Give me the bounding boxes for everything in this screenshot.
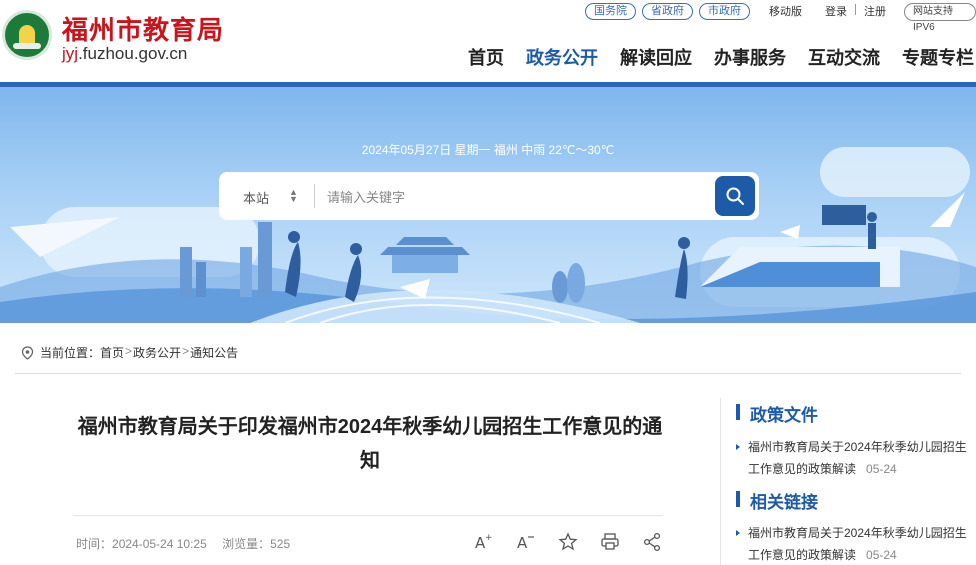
time-label: 时间： <box>76 537 113 551</box>
divider <box>73 515 663 516</box>
share-icon[interactable] <box>642 532 662 552</box>
login-link[interactable]: 登录 <box>825 3 847 19</box>
ipv6-badge: 网站支持IPV6 <box>904 3 976 33</box>
chevron-updown-icon[interactable]: ▲ ▼ <box>289 188 298 204</box>
breadcrumb-notices[interactable]: 通知公告 <box>190 344 238 361</box>
domain-rest: .fuzhou.gov.cn <box>78 44 188 63</box>
policy-documents-heading: 政策文件 <box>736 401 818 426</box>
main-nav: 首页 政务公开 解读回应 办事服务 互动交流 专题专栏 <box>468 44 974 70</box>
site-name[interactable]: 福州市教育局 <box>62 10 224 47</box>
divider <box>314 184 315 208</box>
gov-link-province[interactable]: 省政府 <box>642 3 693 20</box>
related-link[interactable]: 福州市教育局关于2024年秋季幼儿园招生工作意见的政策解读 05-24 <box>736 522 968 565</box>
view-count: 525 <box>270 537 291 551</box>
nav-services[interactable]: 办事服务 <box>714 44 786 70</box>
search-scope-select[interactable]: 本站 <box>243 188 269 207</box>
nav-government-affairs[interactable]: 政务公开 <box>526 44 598 70</box>
register-link[interactable]: 注册 <box>864 3 886 19</box>
publish-time: 2024-05-24 10:25 <box>112 537 207 551</box>
policy-document-title[interactable]: 福州市教育局关于2024年秋季幼儿园招生工作意见的政策解读 <box>748 440 967 476</box>
star-icon[interactable] <box>558 532 578 552</box>
search-icon <box>726 187 744 205</box>
site-domain: jyj.fuzhou.gov.cn <box>62 44 187 64</box>
gov-link-state-council[interactable]: 国务院 <box>585 3 636 20</box>
svg-text:+: + <box>485 533 493 543</box>
font-decrease-icon[interactable]: A <box>516 532 536 552</box>
search-input[interactable] <box>327 186 707 208</box>
nav-interpretation[interactable]: 解读回应 <box>620 44 692 70</box>
gov-link-city[interactable]: 市政府 <box>699 3 750 20</box>
breadcrumb-trail: 当前位置： 首页 > 政务公开 > 通知公告 <box>40 344 238 361</box>
mobile-version-link[interactable]: 移动版 <box>769 3 802 19</box>
hero-banner: 2024年05月27日 星期一 福州 中雨 22℃～30℃ 本站 ▲ ▼ <box>0 87 976 323</box>
education-logo-icon[interactable] <box>2 10 52 60</box>
domain-prefix: jyj <box>62 44 79 63</box>
nav-home[interactable]: 首页 <box>468 44 504 70</box>
gov-links: 国务院 省政府 市政府 <box>585 3 750 21</box>
breadcrumb-separator: > <box>182 344 190 358</box>
views-label: 浏览量： <box>222 537 271 551</box>
date-weather: 2024年05月27日 星期一 福州 中雨 22℃～30℃ <box>361 143 615 157</box>
related-link-date: 05-24 <box>866 548 897 562</box>
site-header: 福州市教育局 jyj.fuzhou.gov.cn 国务院 省政府 市政府 移动版… <box>0 0 976 82</box>
breadcrumb-prefix: 当前位置： <box>40 346 101 360</box>
related-link-title[interactable]: 福州市教育局关于2024年秋季幼儿园招生工作意见的政策解读 <box>748 526 967 562</box>
print-icon[interactable] <box>600 532 620 552</box>
location-pin-icon <box>21 346 34 360</box>
font-increase-icon[interactable]: A + <box>474 532 494 552</box>
nav-interaction[interactable]: 互动交流 <box>808 44 880 70</box>
breadcrumb: 当前位置： 首页 > 政务公开 > 通知公告 <box>15 336 961 374</box>
divider <box>855 4 856 15</box>
article-meta: 时间：2024-05-24 10:25 浏览量：525 <box>76 535 290 552</box>
search-box: 本站 ▲ ▼ <box>219 172 759 220</box>
search-button[interactable] <box>715 176 755 216</box>
related-links-heading: 相关链接 <box>736 488 818 513</box>
policy-document-link[interactable]: 福州市教育局关于2024年秋季幼儿园招生工作意见的政策解读 05-24 <box>736 436 968 480</box>
breadcrumb-separator: > <box>125 344 133 358</box>
nav-special-topics[interactable]: 专题专栏 <box>902 44 974 70</box>
page: 福州市教育局 jyj.fuzhou.gov.cn 国务院 省政府 市政府 移动版… <box>0 0 976 565</box>
policy-document-date: 05-24 <box>866 462 897 476</box>
svg-text:A: A <box>517 534 528 552</box>
article-title: 福州市教育局关于印发福州市2024年秋季幼儿园招生工作意见的通知 <box>77 416 663 472</box>
breadcrumb-government-affairs[interactable]: 政务公开 <box>133 344 181 361</box>
breadcrumb-home[interactable]: 首页 <box>100 344 124 361</box>
sidebar-divider <box>720 398 721 565</box>
